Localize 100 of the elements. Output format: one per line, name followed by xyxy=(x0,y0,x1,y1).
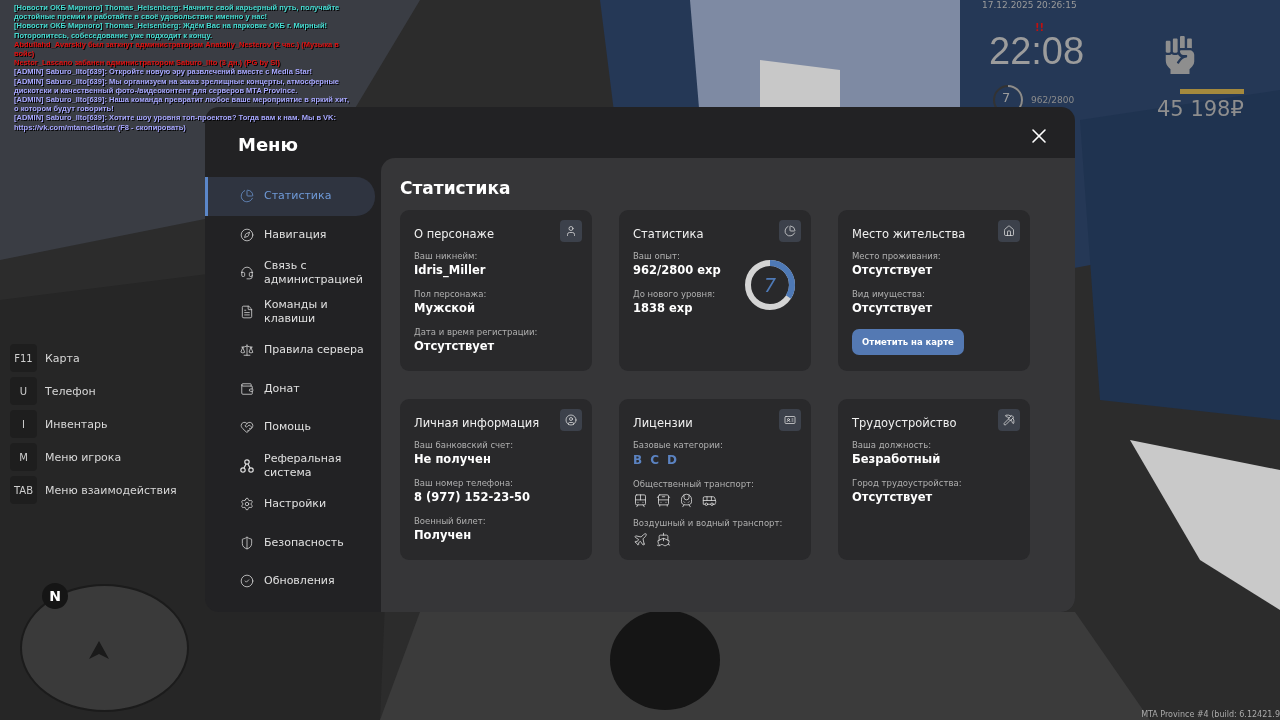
home-icon xyxy=(1003,225,1015,237)
sidebar-item[interactable]: Донат xyxy=(205,369,375,408)
field-value: Idris_Miller xyxy=(414,263,487,277)
sidebar-item[interactable]: Правила сервера xyxy=(205,331,375,370)
clock: 22:08 xyxy=(989,30,1085,73)
field-label: Ваш опыт: xyxy=(633,251,681,261)
compass-icon xyxy=(240,227,254,242)
nodes-icon xyxy=(240,458,254,473)
health-bar xyxy=(1180,89,1244,94)
bus-icon xyxy=(702,493,717,508)
sidebar-item[interactable]: Навигация xyxy=(205,215,375,254)
field-value: Отсутствует xyxy=(852,301,934,315)
field-value: Отсутствует xyxy=(852,490,934,504)
card-icon-button[interactable] xyxy=(998,409,1020,431)
field-value: Мужской xyxy=(414,301,476,315)
bus-icon xyxy=(656,493,671,508)
map-mark-button[interactable]: Отметить на карте xyxy=(852,329,964,355)
field-label: До нового уровня: xyxy=(633,289,717,299)
sidebar-item[interactable]: Команды и клавиши xyxy=(205,292,375,331)
field-value: 8 (977) 152-23-50 xyxy=(414,490,532,504)
hotkey-label: Инвентарь xyxy=(45,417,108,431)
field-label: Воздушный и водный транспорт: xyxy=(633,518,784,528)
pickaxe-icon xyxy=(1003,414,1015,426)
sidebar-item[interactable]: Обновления xyxy=(205,562,375,601)
fist-icon xyxy=(1163,36,1197,74)
sidebar-item[interactable]: Безопасность xyxy=(205,523,375,562)
shield-icon xyxy=(240,535,254,550)
field-value: 1838 exp xyxy=(633,301,694,315)
card-title: Личная информация xyxy=(414,415,541,432)
card-icon-button[interactable] xyxy=(560,409,582,431)
user-circle-icon xyxy=(565,414,577,426)
sidebar-item[interactable]: Помощь xyxy=(205,408,375,447)
section-heading: Статистика xyxy=(400,178,512,198)
card-title: О персонаже xyxy=(414,226,495,243)
field-label: Город трудоустройства: xyxy=(852,478,963,488)
card-icon-button[interactable] xyxy=(779,220,801,242)
field-label: Дата и время регистрации: xyxy=(414,327,539,337)
field-label: Военный билет: xyxy=(414,516,487,526)
menu-title: Меню xyxy=(238,136,299,154)
key-cap: M xyxy=(10,443,37,471)
scales-icon xyxy=(240,343,254,358)
hotkey-label: Меню игрока xyxy=(45,450,122,464)
field-label: Вид имущества: xyxy=(852,289,926,299)
hotkey-label: Меню взаимодействия xyxy=(45,483,177,497)
money-amount: 45 198₽ xyxy=(1157,97,1244,121)
key-cap: I xyxy=(10,410,37,438)
field-label: Место проживания: xyxy=(852,251,942,261)
sidebar-item[interactable]: Реферальная система xyxy=(205,446,375,485)
heart-handshake-icon xyxy=(240,420,254,435)
sidebar-item[interactable]: Связь с администрацией xyxy=(205,254,375,293)
level-number: 7 xyxy=(1002,90,1011,105)
card-icon-button[interactable] xyxy=(560,220,582,242)
field-value: Не получен xyxy=(414,452,492,466)
card-icon-button[interactable] xyxy=(998,220,1020,242)
alert-mark: !! xyxy=(1035,22,1045,33)
key-cap: F11 xyxy=(10,344,37,372)
field-label: Ваш никнейм: xyxy=(414,251,479,261)
document-icon xyxy=(240,304,254,319)
key-cap: TAB xyxy=(10,476,37,504)
sidebar-item[interactable]: Настройки xyxy=(205,485,375,524)
hotkey-label: Телефон xyxy=(45,384,96,398)
ship-icon xyxy=(656,532,671,547)
settings-icon xyxy=(240,497,254,512)
sidebar-item[interactable]: Статистика xyxy=(205,177,375,216)
pie-chart-icon xyxy=(784,225,796,237)
train-icon xyxy=(679,493,694,508)
hotkey-label: Карта xyxy=(45,351,80,365)
level-number: 7 xyxy=(763,274,777,296)
user-icon xyxy=(565,225,577,237)
card-title: Лицензии xyxy=(633,415,694,432)
field-label: Пол персонажа: xyxy=(414,289,488,299)
plane-icon xyxy=(633,532,648,547)
field-label: Базовые категории: xyxy=(633,440,724,450)
field-label: Общественный транспорт: xyxy=(633,479,755,489)
card-title: Статистика xyxy=(633,226,705,243)
field-value: Получен xyxy=(414,528,473,542)
card-icon-button[interactable] xyxy=(779,409,801,431)
field-label: Ваша должность: xyxy=(852,440,933,450)
wallet-icon xyxy=(240,381,254,396)
license-category: B xyxy=(633,453,643,467)
key-cap: U xyxy=(10,377,37,405)
field-value: 962/2800 exp xyxy=(633,263,722,277)
field-value: Отсутствует xyxy=(852,263,934,277)
field-label: Ваш номер телефона: xyxy=(414,478,514,488)
field-label: Ваш банковский счет: xyxy=(414,440,515,450)
pie-chart-icon xyxy=(240,189,254,204)
date-time: 17.12.2025 20:26:15 xyxy=(982,0,1077,10)
field-value: Безработный xyxy=(852,452,942,466)
field-value: Отсутствует xyxy=(414,339,496,353)
headset-icon xyxy=(240,266,254,281)
experience-count: 962/2800 xyxy=(1031,95,1075,105)
build-version: MTA Province #4 (build: 6.12421.9 xyxy=(1141,710,1280,719)
check-circle-icon xyxy=(240,574,254,589)
license-category: C xyxy=(650,453,659,467)
card-title: Трудоустройство xyxy=(852,415,958,432)
player-arrow-icon xyxy=(88,640,110,660)
tram-icon xyxy=(633,493,648,508)
license-category: D xyxy=(666,453,677,467)
id-card-icon xyxy=(784,414,796,426)
card-title: Место жительства xyxy=(852,226,967,243)
